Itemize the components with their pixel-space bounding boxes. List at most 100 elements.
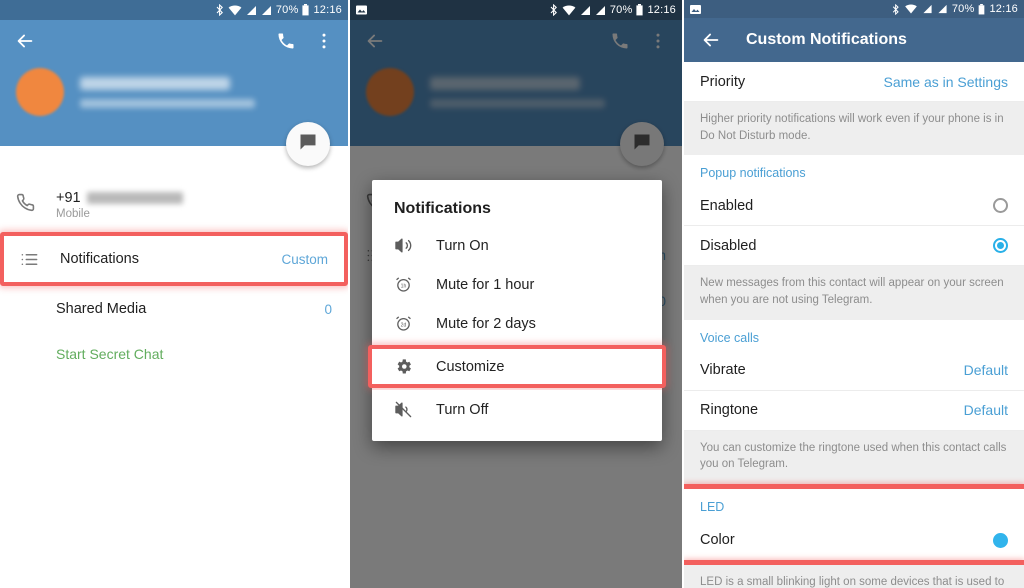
svg-text:2d: 2d (401, 322, 407, 328)
dialog-item-label: Turn On (436, 237, 489, 254)
led-color-swatch[interactable] (993, 532, 1008, 548)
contact-name (80, 76, 230, 90)
clock: 12:16 (313, 4, 342, 16)
vibrate-value: Default (963, 362, 1008, 379)
shared-media-row[interactable]: Shared Media 0 (0, 286, 348, 332)
ringtone-label: Ringtone (700, 402, 759, 419)
phone-icon[interactable] (276, 31, 296, 51)
battery-icon (978, 3, 985, 15)
alarm-1h-icon: 1h (394, 275, 436, 294)
phone-number: +91 (56, 190, 332, 206)
notifications-dialog: Notifications Turn On 1h Mute for 1 hour… (368, 180, 666, 441)
dialog-item-customize[interactable]: Customize (372, 349, 662, 384)
dialog-item-mute-1-hour[interactable]: 1h Mute for 1 hour (372, 265, 662, 304)
priority-label: Priority (700, 73, 746, 90)
bluetooth-icon (216, 4, 224, 16)
signal-icon (246, 5, 257, 16)
popup-disabled-label: Disabled (700, 237, 757, 254)
notifications-label: Notifications (60, 251, 139, 267)
panel-custom-notifications: 70% 12:16 Custom Notifications Priority … (684, 0, 1024, 588)
phone-country-code: +91 (56, 190, 81, 206)
list-icon (20, 250, 60, 269)
notifications-row-highlight: Notifications Custom (0, 232, 348, 286)
status-bar: 70% 12:16 (684, 0, 1024, 18)
phone-label: Mobile (56, 208, 90, 220)
voice-calls-note: You can customize the ringtone used when… (684, 430, 1024, 485)
signal-icon (595, 5, 606, 16)
chat-bubble-icon (298, 132, 318, 157)
status-bar: 70% 12:16 (350, 0, 682, 20)
popup-enabled-label: Enabled (700, 197, 754, 214)
battery-percent: 70% (275, 4, 299, 16)
panel-notifications-dialog: 70% 12:16 Notifications Turn On 1h Mute … (350, 0, 682, 588)
profile-toolbar (0, 20, 348, 62)
contact-status (80, 98, 255, 108)
dialog-item-turn-on[interactable]: Turn On (372, 226, 662, 265)
volume-off-icon (394, 400, 436, 419)
signal-icon (922, 4, 933, 14)
dialog-item-label: Mute for 1 hour (436, 276, 535, 293)
led-header: LED (684, 489, 1024, 521)
battery-percent: 70% (609, 4, 633, 16)
profile-identity (0, 62, 348, 116)
voice-calls-header: Voice calls (684, 319, 1024, 351)
radio-enabled[interactable] (993, 198, 1008, 214)
battery-percent: 70% (951, 3, 975, 15)
custom-notifications-toolbar: Custom Notifications (684, 18, 1024, 62)
shared-media-count: 0 (324, 301, 332, 317)
signal-icon (937, 4, 948, 14)
popup-option-enabled[interactable]: Enabled (684, 186, 1024, 227)
priority-value: Same as in Settings (883, 73, 1008, 90)
shared-media-label: Shared Media (56, 301, 147, 317)
vibrate-row[interactable]: Vibrate Default (684, 350, 1024, 391)
avatar (16, 68, 64, 116)
popup-notifications-header: Popup notifications (684, 155, 1024, 187)
dialog-title: Notifications (394, 200, 491, 217)
dialog-item-label: Customize (436, 358, 505, 375)
popup-option-disabled[interactable]: Disabled (684, 226, 1024, 267)
signal-icon (580, 5, 591, 16)
profile-header (0, 20, 348, 166)
phone-number-redacted (86, 192, 183, 204)
image-icon (690, 4, 701, 14)
popup-note: New messages from this contact will appe… (684, 266, 1024, 320)
led-note: LED is a small blinking light on some de… (684, 565, 1024, 588)
message-fab[interactable] (286, 122, 330, 166)
dialog-item-customize-highlight: Customize (368, 345, 666, 388)
overflow-menu-icon[interactable] (314, 31, 334, 51)
notifications-row[interactable]: Notifications Custom (4, 236, 344, 282)
priority-row[interactable]: Priority Same as in Settings (684, 62, 1024, 102)
volume-on-icon (394, 236, 436, 255)
priority-note: Higher priority notifications will work … (684, 102, 1024, 156)
bluetooth-icon (550, 4, 558, 16)
back-arrow-icon[interactable] (14, 30, 36, 52)
status-bar: 70% 12:16 (0, 0, 348, 20)
battery-icon (302, 4, 310, 16)
dialog-item-mute-2-days[interactable]: 2d Mute for 2 days (372, 304, 662, 343)
dialog-item-turn-off[interactable]: Turn Off (372, 390, 662, 429)
svg-text:1h: 1h (401, 283, 407, 289)
panel-contact-profile: 70% 12:16 +91 Mobile Notifications Custo… (0, 0, 348, 588)
notifications-value: Custom (281, 251, 328, 267)
ringtone-row[interactable]: Ringtone Default (684, 390, 1024, 431)
image-icon (356, 5, 367, 15)
wifi-icon (904, 4, 918, 14)
radio-disabled[interactable] (993, 238, 1008, 254)
led-color-label: Color (700, 532, 735, 549)
gear-icon (394, 357, 436, 376)
wifi-icon (562, 5, 576, 16)
ringtone-value: Default (963, 402, 1008, 419)
phone-number-row[interactable]: +91 Mobile (0, 180, 348, 232)
vibrate-label: Vibrate (700, 362, 746, 379)
back-arrow-icon[interactable] (700, 29, 722, 51)
clock: 12:16 (647, 4, 676, 16)
phone-icon (16, 190, 56, 212)
bluetooth-icon (892, 3, 900, 15)
wifi-icon (228, 5, 242, 16)
screenshot-root: 70% 12:16 +91 Mobile Notifications Custo… (0, 0, 1024, 588)
battery-icon (636, 4, 644, 16)
page-title: Custom Notifications (746, 31, 907, 48)
start-secret-chat-link[interactable]: Start Secret Chat (0, 332, 348, 362)
led-color-row[interactable]: Color (684, 520, 1024, 561)
dialog-item-label: Turn Off (436, 401, 489, 418)
